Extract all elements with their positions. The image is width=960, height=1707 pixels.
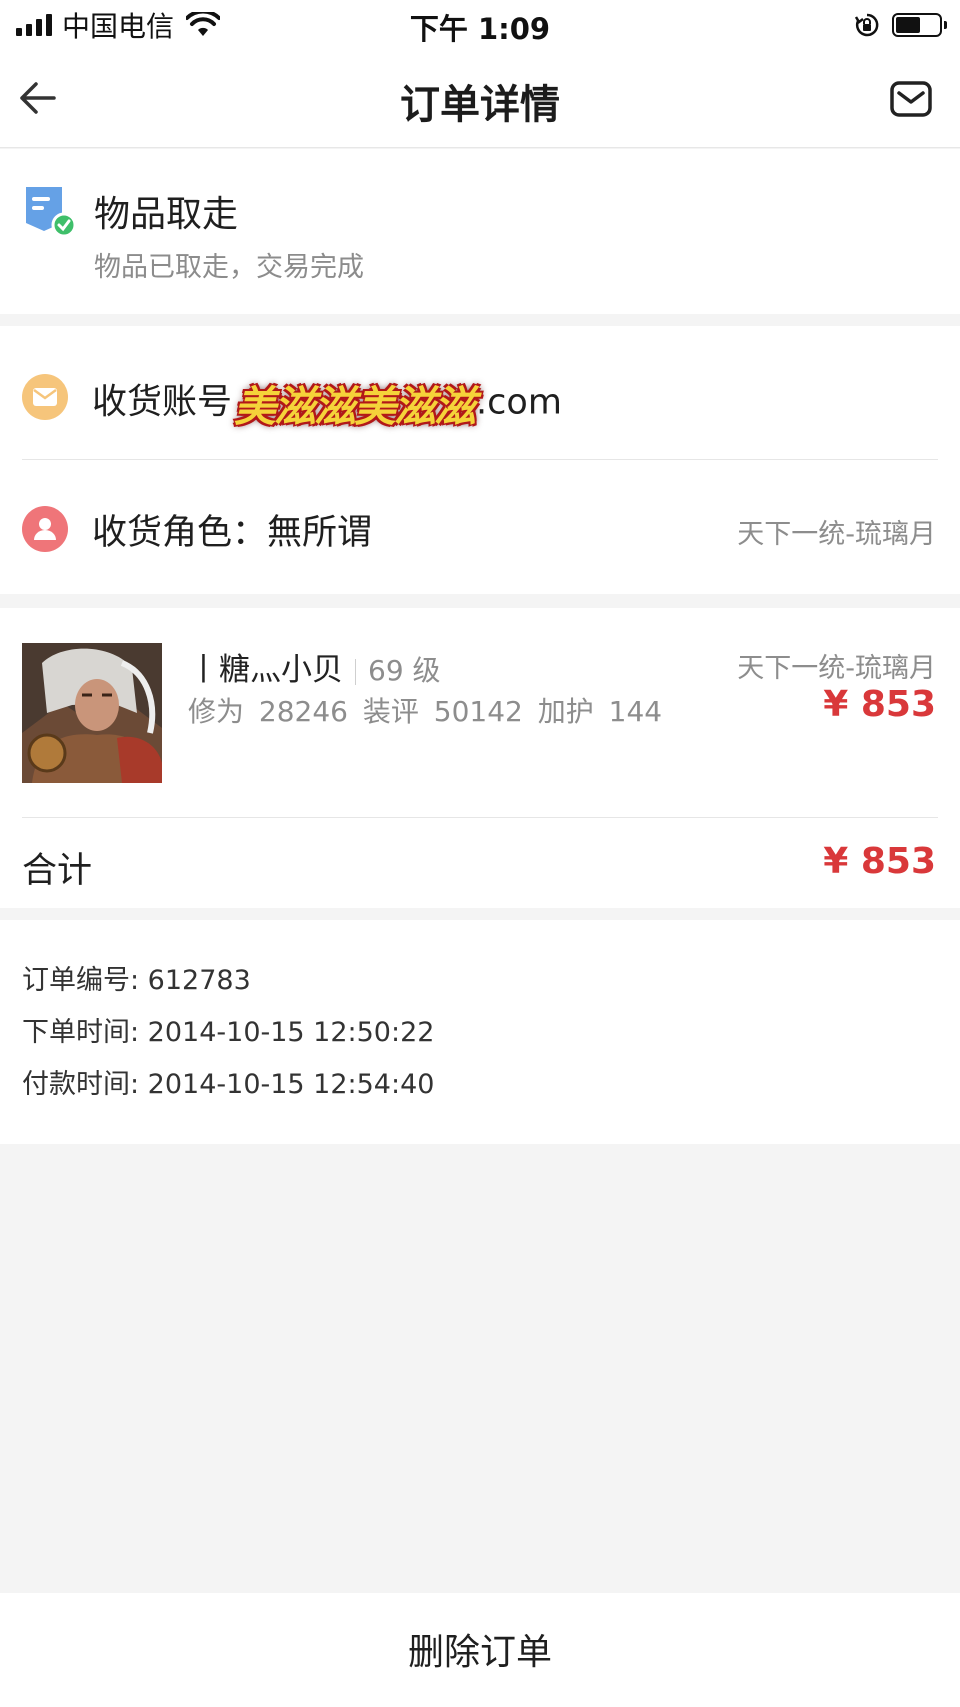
item-card: 丨糖灬小贝 69 级 修为 28246 装评 50142 加护 144 天下一统-… (0, 608, 960, 908)
status-bar: 中国电信 下午 1:09 (0, 0, 960, 50)
divider (22, 817, 938, 818)
divider (22, 459, 938, 460)
receiver-account: 收货账号美滋滋美滋滋.com (92, 373, 562, 434)
order-time: 下单时间: 2014-10-15 12:50:22 (22, 1017, 435, 1048)
order-number: 订单编号: 612783 (22, 965, 251, 996)
item-server: 天下一统-琉璃月 (737, 653, 936, 684)
status-right (854, 8, 947, 42)
battery-icon (892, 13, 947, 37)
receiver-card: 收货账号美滋滋美滋滋.com 收货角色：無所谓 天下一统-琉璃月 (0, 326, 960, 594)
bottom-action-bar: 删除订单 (0, 1593, 960, 1707)
payment-time: 付款时间: 2014-10-15 12:54:40 (22, 1069, 435, 1100)
receiver-account-label: 收货账号 (92, 382, 233, 423)
account-watermark: 美滋滋美滋滋 (234, 382, 476, 431)
character-name: 丨糖灬小贝 (188, 652, 343, 688)
order-status-card: 物品取走 物品已取走，交易完成 (0, 149, 960, 314)
status-time: 下午 1:09 (409, 12, 551, 46)
order-complete-icon (26, 187, 76, 238)
character-name-line: 丨糖灬小贝 69 级 (188, 644, 441, 689)
envelope-icon (22, 374, 68, 420)
receiver-server: 天下一统-琉璃月 (737, 519, 936, 550)
receiver-account-suffix: .com (476, 382, 562, 423)
delete-order-button[interactable]: 删除订单 (0, 1623, 960, 1675)
separator (355, 658, 356, 685)
orientation-lock-icon (854, 13, 879, 37)
total-price: ¥ 853 (823, 841, 936, 882)
character-stats: 修为 28246 装评 50142 加护 144 (188, 695, 663, 728)
receiver-role: 收货角色：無所谓 (92, 513, 373, 553)
order-info-card: 订单编号: 612783 下单时间: 2014-10-15 12:50:22 付… (0, 920, 960, 1144)
order-status-title: 物品取走 (94, 194, 239, 235)
mail-icon[interactable] (888, 76, 934, 122)
total-label: 合计 (22, 851, 93, 891)
page-title: 订单详情 (400, 82, 560, 128)
nav-bar: 订单详情 (0, 50, 960, 148)
item-price: ¥ 853 (823, 684, 936, 725)
user-icon (22, 506, 68, 552)
character-level: 69 级 (368, 654, 441, 687)
order-status-subtitle: 物品已取走，交易完成 (94, 252, 364, 283)
character-avatar (22, 643, 162, 783)
